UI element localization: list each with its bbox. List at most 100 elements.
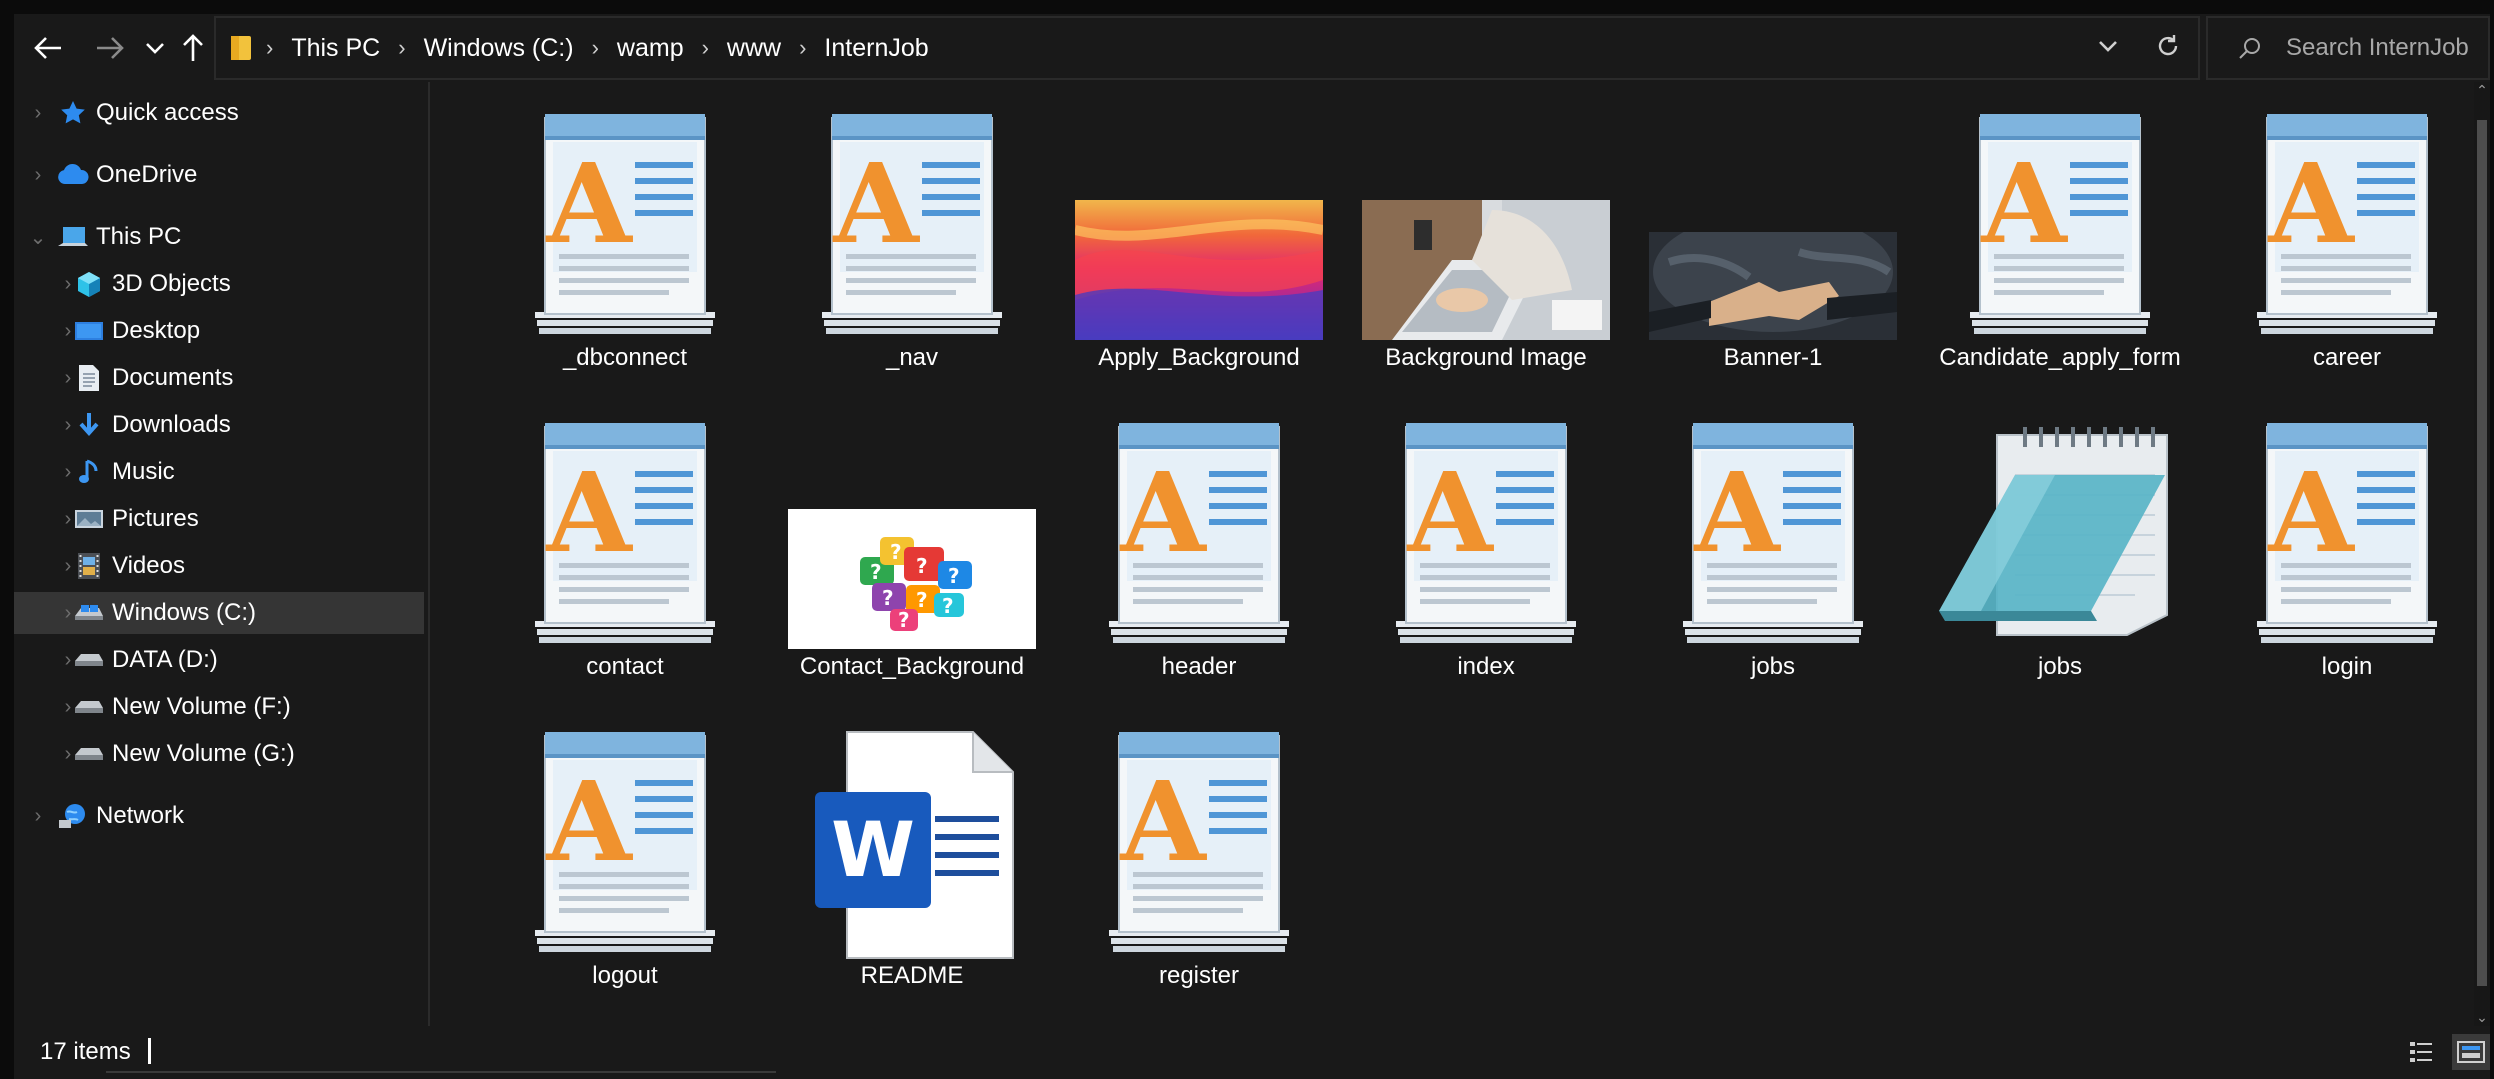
vertical-scrollbar[interactable]: ⌃ ⌄ [2474,82,2490,1026]
file-item[interactable]: _nav [777,90,1047,390]
file-name: contact [586,653,664,680]
nav-item-label: Downloads [112,411,231,438]
breadcrumb-separator[interactable]: › [592,35,599,61]
nav-item-pictures[interactable]: › Pictures [14,498,428,540]
handshake-photo-thumbnail [1638,90,1908,342]
svg-text:?: ? [942,594,954,618]
large-icons-view-button[interactable] [2452,1034,2490,1070]
nav-item-documents[interactable]: › Documents [14,357,428,399]
wordpad-file-icon [1351,399,1621,651]
file-item[interactable]: Background Image [1351,90,1621,390]
nav-item-label: Windows (C:) [112,599,257,626]
nav-item-windows-c[interactable]: › Windows (C:) [14,592,424,634]
drive-icon [72,739,106,769]
breadcrumb-separator[interactable]: › [266,35,273,61]
laptop-photo-thumbnail [1351,90,1621,342]
back-button[interactable] [28,24,68,72]
file-item[interactable]: header [1064,399,1334,699]
file-item[interactable]: index [1351,399,1621,699]
svg-text:?: ? [898,608,910,632]
network-icon [56,801,90,831]
wordpad-file-icon [1064,399,1334,651]
chevron-right-icon[interactable]: › [28,102,48,125]
question-bubbles-thumbnail: ??? ??? ?? [777,399,1047,651]
file-view: _dbconnect _nav Apply_Background Backgro… [430,82,2474,1026]
details-view-button[interactable] [2402,1034,2440,1070]
breadcrumb-windows-c[interactable]: Windows (C:) [424,34,574,63]
nav-item-3d-objects[interactable]: › 3D Objects [14,263,428,305]
wordpad-file-icon [490,399,760,651]
recent-locations-button[interactable] [140,24,170,72]
forward-arrow-icon [97,37,124,59]
chevron-right-icon[interactable]: › [28,164,48,187]
text-cursor [148,1038,151,1064]
file-item[interactable]: logout [490,708,760,1008]
file-item[interactable]: Banner-1 [1638,90,1908,390]
breadcrumb-internjob[interactable]: InternJob [824,34,928,63]
svg-text:?: ? [890,540,902,564]
file-name: Background Image [1385,344,1587,371]
nav-item-new-volume-g[interactable]: › New Volume (G:) [14,733,428,775]
file-item[interactable]: register [1064,708,1334,1008]
address-history-button[interactable] [2098,39,2118,58]
svg-text:?: ? [916,588,928,612]
file-name: jobs [2037,653,2083,680]
file-item[interactable]: ??? ??? ?? Contact_Background [777,399,1047,699]
file-item[interactable]: W README [777,708,1047,1008]
file-name: _nav [885,344,939,371]
breadcrumb-wamp[interactable]: wamp [617,34,684,63]
file-name: jobs [1750,653,1796,680]
nav-item-label: Music [112,458,175,485]
wordpad-file-icon [2212,399,2482,651]
file-item[interactable]: Candidate_apply_form [1925,90,2195,390]
file-item[interactable]: _dbconnect [490,90,760,390]
breadcrumb-www[interactable]: www [727,34,781,63]
wordpad-file-icon [1925,90,2195,342]
file-item[interactable]: jobs [1638,399,1908,699]
nav-item-music[interactable]: › Music [14,451,428,493]
nav-item-onedrive[interactable]: › OneDrive [14,154,428,196]
search-icon [2239,38,2260,59]
scroll-down-icon[interactable]: ⌄ [2474,1009,2490,1026]
wordpad-file-icon [1638,399,1908,651]
nav-item-this-pc[interactable]: ⌄ This PC [14,216,428,258]
svg-text:?: ? [916,554,928,578]
nav-item-desktop[interactable]: › Desktop [14,310,428,352]
breadcrumb-this-pc[interactable]: This PC [291,34,380,63]
wordpad-file-icon [2212,90,2482,342]
search-input[interactable] [2286,34,2486,62]
address-toolbar: › This PC › Windows (C:) › wamp › www › … [14,14,2490,82]
file-item[interactable]: contact [490,399,760,699]
drive-icon [72,645,106,675]
file-item[interactable]: career [2212,90,2482,390]
breadcrumb-separator[interactable]: › [702,35,709,61]
address-bar[interactable]: › This PC › Windows (C:) › wamp › www › … [214,16,2200,80]
up-button[interactable] [178,24,208,72]
forward-button[interactable] [90,24,130,72]
file-name: career [2312,344,2382,371]
nav-item-quick-access[interactable]: › Quick access [14,92,428,134]
file-item[interactable]: login [2212,399,2482,699]
large-icons-view-icon [2457,1041,2485,1063]
search-box[interactable] [2206,16,2490,80]
address-actions [2098,18,2180,78]
nav-item-label: New Volume (G:) [112,740,295,767]
breadcrumb-separator[interactable]: › [398,35,405,61]
scroll-up-icon[interactable]: ⌃ [2474,82,2490,99]
refresh-button[interactable] [2156,34,2180,63]
file-item[interactable]: jobs [1925,399,2195,699]
file-item[interactable]: Apply_Background [1064,90,1334,390]
breadcrumb-separator[interactable]: › [799,35,806,61]
star-icon [56,98,90,128]
scrollbar-thumb[interactable] [2477,120,2487,986]
nav-item-network[interactable]: › Network [14,795,428,837]
file-name: _dbconnect [562,344,688,371]
nav-item-new-volume-f[interactable]: › New Volume (F:) [14,686,428,728]
drive-icon [72,692,106,722]
nav-item-videos[interactable]: › Videos [14,545,428,587]
film-icon [72,551,106,581]
nav-item-downloads[interactable]: › Downloads [14,404,428,446]
chevron-right-icon[interactable]: › [28,805,48,828]
chevron-down-icon[interactable]: ⌄ [28,225,48,250]
nav-item-data-d[interactable]: › DATA (D:) [14,639,428,681]
